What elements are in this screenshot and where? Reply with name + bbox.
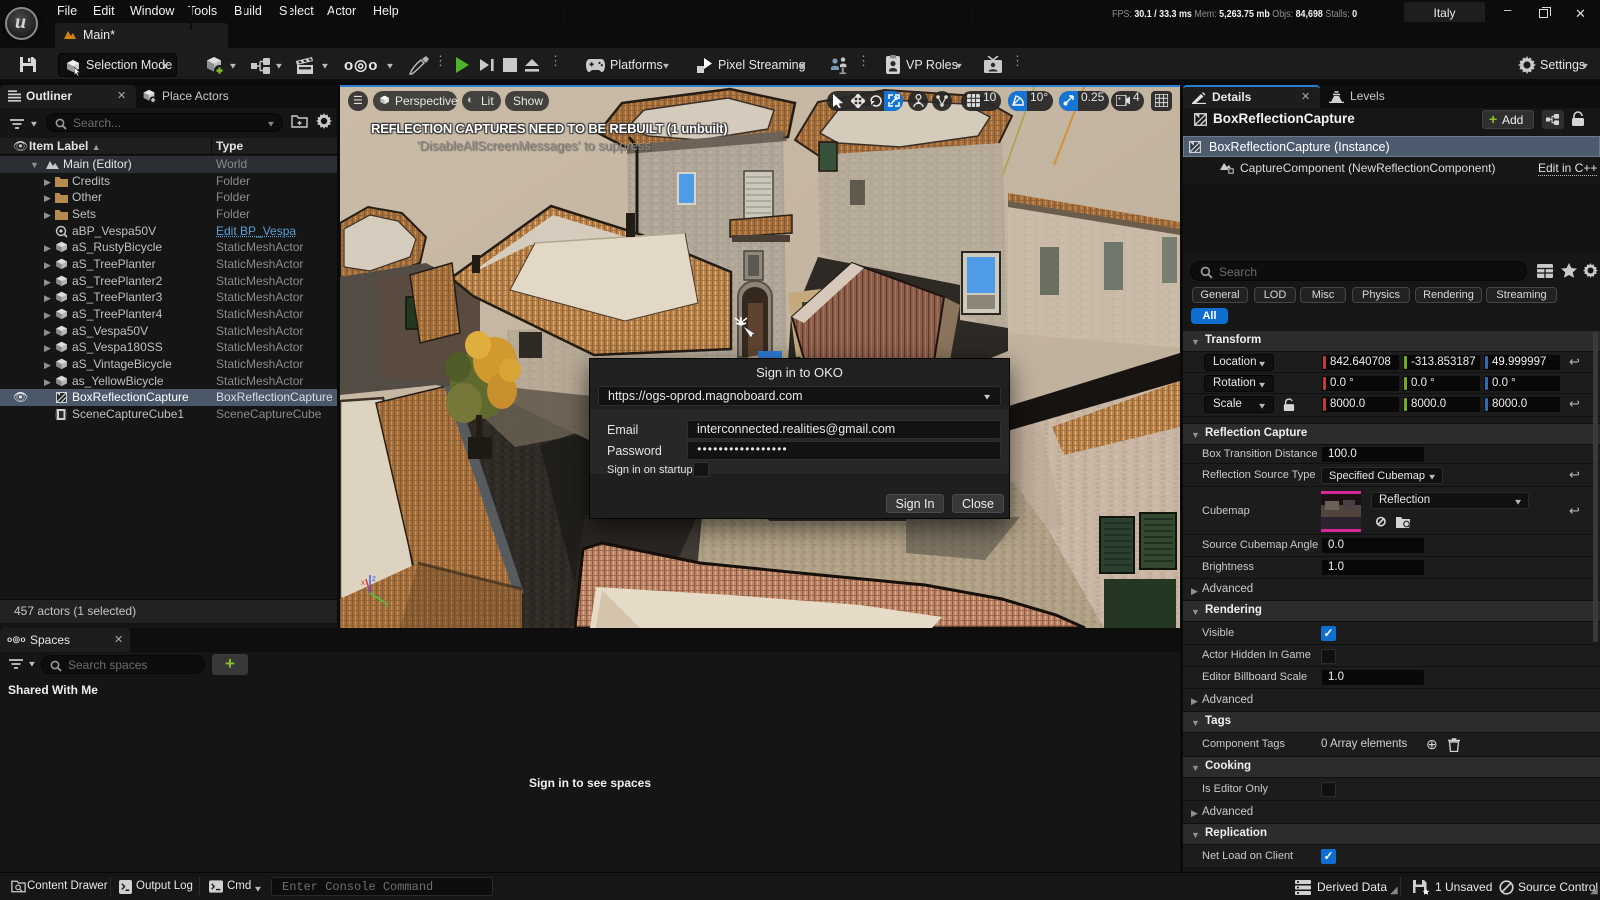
svg-text:y: y <box>385 599 389 608</box>
svg-text:x: x <box>361 578 365 587</box>
svg-text:z: z <box>372 574 376 583</box>
